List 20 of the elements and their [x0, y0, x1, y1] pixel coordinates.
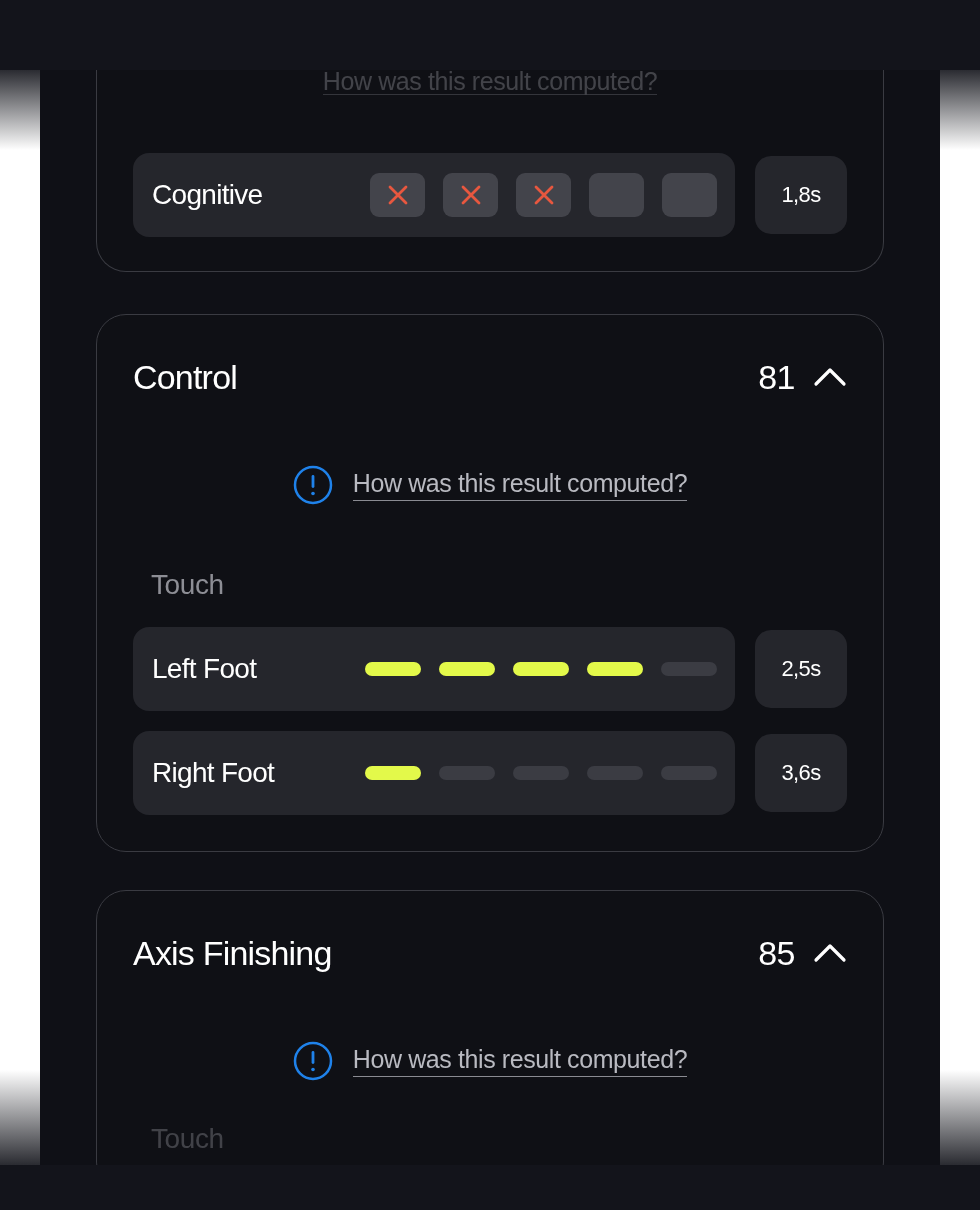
- card-title: Axis Finishing: [133, 933, 332, 973]
- cross-icon: [387, 185, 408, 205]
- row-label: Cognitive: [152, 179, 263, 211]
- chevron-up-icon[interactable]: [813, 943, 847, 963]
- time-value: 2,5s: [755, 630, 847, 708]
- cross-icon: [460, 185, 481, 205]
- chevron-up-icon[interactable]: [813, 367, 847, 387]
- info-icon: [292, 465, 333, 505]
- row-label: Left Foot: [152, 653, 257, 685]
- info-link[interactable]: How was this result computed?: [352, 469, 688, 501]
- card-title: Control: [133, 357, 237, 397]
- time-value: 1,8s: [755, 156, 847, 234]
- section-label: Touch: [150, 569, 225, 601]
- row-label: Right Foot: [152, 757, 275, 789]
- cross-icon: [533, 185, 554, 205]
- info-link[interactable]: How was this result computed?: [352, 1045, 688, 1077]
- time-value: 3,6s: [755, 734, 847, 812]
- score-value: 85: [758, 933, 795, 973]
- info-icon: [292, 1041, 333, 1081]
- score-value: 81: [758, 357, 795, 397]
